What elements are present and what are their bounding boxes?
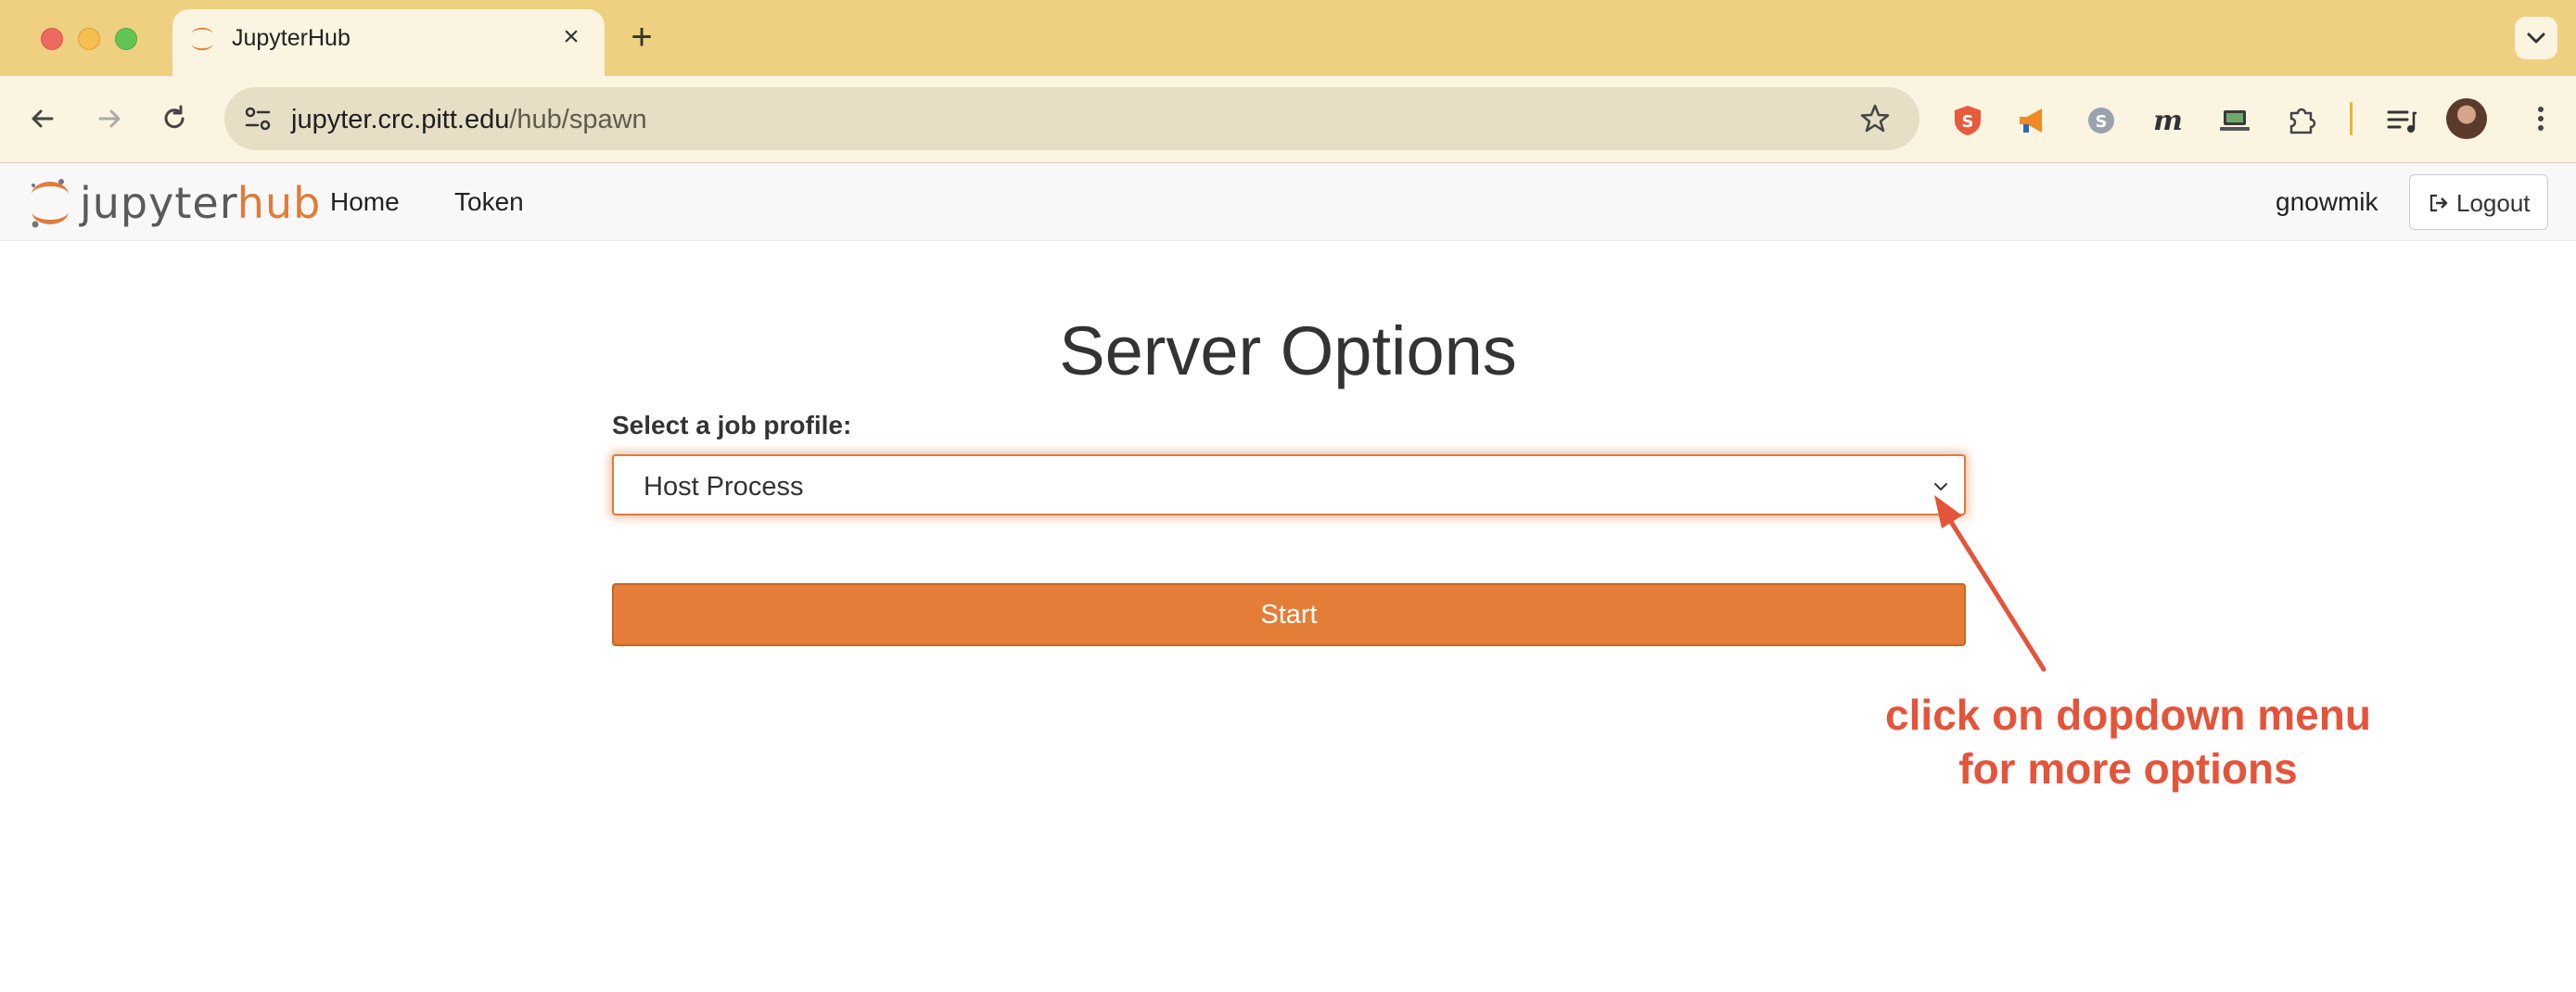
job-profile-dropdown[interactable]: Host Process — [612, 454, 1966, 515]
back-arrow-icon[interactable] — [24, 100, 61, 137]
sign-out-icon — [2429, 194, 2448, 212]
jupyter-logo-icon — [32, 179, 69, 228]
bookmark-star-icon[interactable] — [1858, 102, 1892, 135]
tab-search-button[interactable] — [2515, 17, 2557, 59]
jupyter-favicon-icon — [191, 27, 213, 51]
site-settings-icon[interactable] — [239, 100, 276, 137]
forward-arrow-icon[interactable] — [91, 100, 128, 137]
username: gnowmik — [2276, 187, 2378, 216]
megaphone-extension-icon[interactable] — [2014, 102, 2051, 139]
annotation-line-2: for more options — [1958, 744, 2298, 793]
window-minimize-button[interactable] — [78, 28, 100, 50]
profile-avatar[interactable] — [2446, 98, 2487, 139]
address-bar[interactable]: jupyter.crc.pitt.edu/hub/spawn — [224, 87, 1919, 150]
svg-text:S: S — [1962, 112, 1974, 132]
toolbar-divider — [2350, 102, 2353, 135]
annotation-line-1: click on dopdown menu — [1885, 691, 2371, 739]
url-host: jupyter.crc.pitt.edu — [291, 105, 510, 134]
tab-title: JupyterHub — [232, 25, 351, 51]
reload-icon[interactable] — [156, 100, 193, 137]
browser-tab-bar: JupyterHub × + — [0, 0, 2576, 76]
logo-hub-text: hub — [236, 178, 322, 228]
logout-label: Logout — [2456, 189, 2531, 217]
page-title: Server Options — [1059, 312, 1517, 389]
puzzle-extensions-icon[interactable] — [2283, 102, 2320, 139]
browser-tab-active[interactable]: JupyterHub × — [172, 9, 605, 76]
logo-jupyter-text: jupyter — [80, 178, 237, 228]
nav-token-link[interactable]: Token — [454, 187, 524, 217]
logout-button[interactable]: Logout — [2409, 174, 2548, 230]
window-zoom-button[interactable] — [115, 28, 137, 50]
m-extension-icon[interactable]: m — [2149, 102, 2187, 139]
skype-extension-icon[interactable]: S — [2083, 102, 2120, 139]
selected-profile: Host Process — [644, 472, 804, 502]
s-shield-extension-icon[interactable]: S — [1949, 102, 1986, 139]
window-close-button[interactable] — [41, 28, 63, 50]
nav-home-link[interactable]: Home — [330, 187, 400, 217]
profile-select-label: Select a job profile: — [612, 411, 852, 439]
jupyterhub-logo[interactable]: jupyterhub — [28, 174, 320, 230]
url-path: /hub/spawn — [509, 105, 647, 134]
browser-toolbar: jupyter.crc.pitt.edu/hub/spawn — [0, 76, 2576, 163]
tab-close-icon[interactable]: × — [556, 22, 586, 52]
laptop-extension-icon[interactable] — [2216, 102, 2253, 139]
more-menu-icon[interactable] — [2522, 100, 2559, 137]
svg-text:m: m — [2153, 105, 2183, 137]
annotation-arrow-icon — [1934, 495, 2047, 672]
new-tab-icon[interactable]: + — [623, 19, 660, 56]
hub-navbar: jupyterhub Home Token gnowmik Logout — [0, 163, 2576, 241]
chevron-down-icon — [2527, 32, 2545, 44]
svg-text:S: S — [2096, 112, 2108, 132]
jupyterhub-wordmark: jupyterhub — [80, 178, 321, 228]
start-button[interactable]: Start — [612, 583, 1966, 646]
media-queue-icon[interactable] — [2383, 102, 2420, 139]
annotation-text: click on dopdown menu for more options — [1817, 688, 2439, 795]
url-text: jupyter.crc.pitt.edu/hub/spawn — [291, 105, 647, 135]
